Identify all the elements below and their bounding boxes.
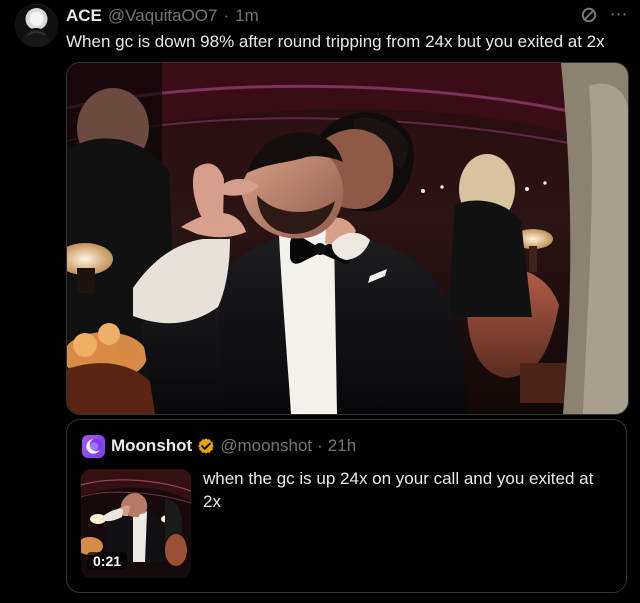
more-icon[interactable]: ⋯ [607, 5, 631, 23]
no-icon[interactable] [580, 6, 598, 24]
verified-badge-icon [198, 438, 215, 454]
moon-icon [86, 438, 103, 454]
quoted-post-text: when the gc is up 24x on your call and y… [203, 469, 594, 511]
more-icon-glyph: ⋯ [609, 4, 629, 24]
post-media[interactable] [66, 62, 629, 415]
quoted-post-time[interactable]: 21h [328, 436, 356, 456]
header-separator: · [223, 6, 230, 25]
quoted-author-avatar[interactable] [82, 435, 105, 458]
quoted-post-header: Moonshot @moonshot · 21h [111, 435, 356, 457]
video-duration-badge: 0:21 [87, 552, 128, 570]
post-header: ACE @VaquitaOO7 · 1m [66, 5, 259, 27]
quoted-post[interactable]: Moonshot @moonshot · 21h 0:21 when the g… [66, 419, 627, 593]
quoted-header-separator: · [317, 436, 323, 455]
author-avatar[interactable] [15, 4, 58, 47]
quoted-video-thumbnail[interactable]: 0:21 [81, 469, 191, 578]
post-time[interactable]: 1m [235, 6, 259, 26]
quoted-author-handle[interactable]: @moonshot [220, 436, 312, 456]
event-image [67, 63, 628, 414]
quoted-author-name[interactable]: Moonshot [111, 436, 192, 456]
author-name[interactable]: ACE [66, 6, 102, 26]
author-handle[interactable]: @VaquitaOO7 [108, 6, 218, 26]
post-text: When gc is down 98% after round tripping… [66, 32, 605, 51]
author-avatar-image [15, 4, 58, 47]
no-icon-glyph [581, 7, 597, 23]
